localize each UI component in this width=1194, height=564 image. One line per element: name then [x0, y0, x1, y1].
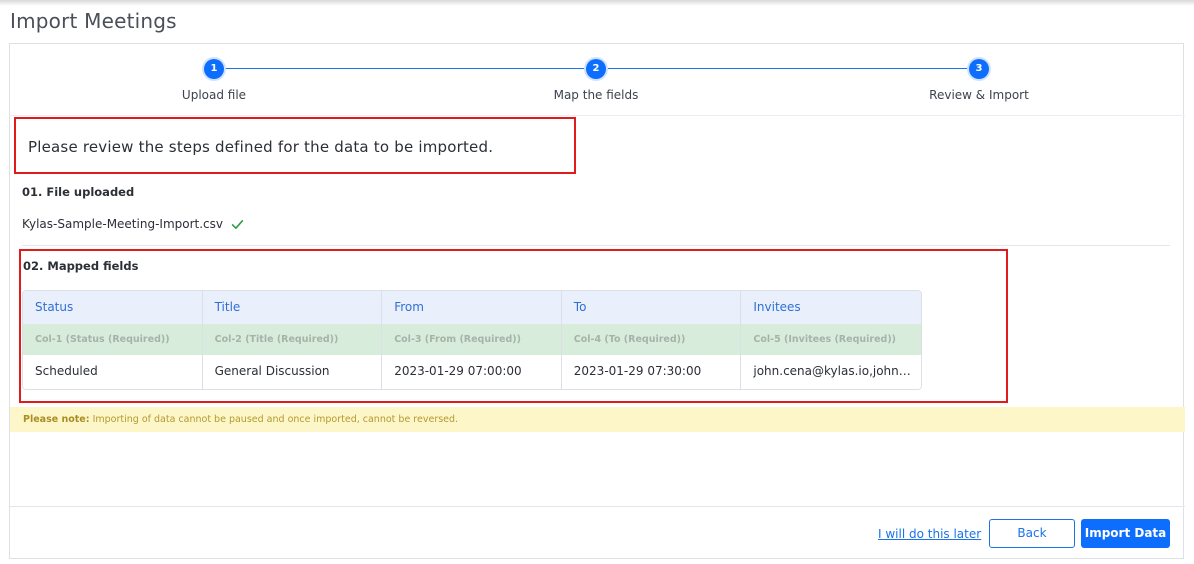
step-label: Map the fields — [553, 88, 639, 102]
table-cell: 2023-01-29 07:30:00 — [561, 355, 742, 389]
mapping-cell: Col-4 (To (Required)) — [561, 324, 742, 355]
page-title: Import Meetings — [10, 9, 177, 33]
column-header: From — [382, 291, 562, 324]
uploaded-file-name: Kylas-Sample-Meeting-Import.csv — [22, 217, 223, 231]
table-cell: john.cena@kylas.io,john.d... — [741, 355, 921, 389]
step-number: 2 — [586, 59, 606, 79]
column-header: Invitees — [741, 291, 921, 324]
step-label: Review & Import — [929, 88, 1029, 102]
mapped-fields-heading: 02. Mapped fields — [23, 259, 139, 273]
mapped-fields-table: Status Title From To Invitees Col-1 (Sta… — [22, 290, 922, 390]
import-warning-note: Please note: Importing of data cannot be… — [10, 407, 1185, 432]
do-later-link[interactable]: I will do this later — [878, 527, 981, 541]
mapping-cell: Col-5 (Invitees (Required)) — [741, 324, 921, 355]
column-header: To — [561, 291, 742, 324]
import-card: 1 Upload file 2 Map the fields 3 Review … — [9, 43, 1185, 560]
mapping-cell: Col-2 (Title (Required)) — [202, 324, 383, 355]
footer-actions: I will do this later Back Import Data — [10, 506, 1185, 560]
back-button[interactable]: Back — [989, 519, 1075, 548]
table-cell: 2023-01-29 07:00:00 — [382, 355, 562, 389]
review-highlight-box: Please review the steps defined for the … — [14, 117, 576, 174]
import-data-button[interactable]: Import Data — [1081, 519, 1170, 548]
stepper: 1 Upload file 2 Map the fields 3 Review … — [10, 44, 1185, 116]
step-number: 1 — [204, 59, 224, 79]
review-message: Please review the steps defined for the … — [28, 138, 494, 156]
column-header: Status — [23, 291, 203, 324]
table-cell: Scheduled — [23, 355, 203, 389]
top-shadow — [0, 0, 1194, 6]
table-row: Scheduled General Discussion 2023-01-29 … — [23, 355, 921, 389]
note-text: Importing of data cannot be paused and o… — [89, 414, 459, 425]
note-label: Please note: — [23, 414, 90, 425]
step-label: Upload file — [181, 88, 247, 102]
uploaded-file-row: Kylas-Sample-Meeting-Import.csv — [22, 217, 244, 231]
table-cell: General Discussion — [202, 355, 383, 389]
section-divider — [22, 245, 1170, 246]
column-header: Title — [202, 291, 383, 324]
mapping-cell: Col-1 (Status (Required)) — [23, 324, 203, 355]
step-map-fields: 2 Map the fields — [496, 59, 696, 102]
step-review-import: 3 Review & Import — [879, 59, 1079, 102]
mapping-row: Col-1 (Status (Required)) Col-2 (Title (… — [23, 324, 921, 355]
file-uploaded-heading: 01. File uploaded — [22, 185, 135, 199]
check-icon — [231, 219, 244, 229]
step-upload-file: 1 Upload file — [114, 59, 314, 102]
mapping-cell: Col-3 (From (Required)) — [382, 324, 562, 355]
table-header-row: Status Title From To Invitees — [23, 291, 921, 324]
step-number: 3 — [969, 59, 989, 79]
